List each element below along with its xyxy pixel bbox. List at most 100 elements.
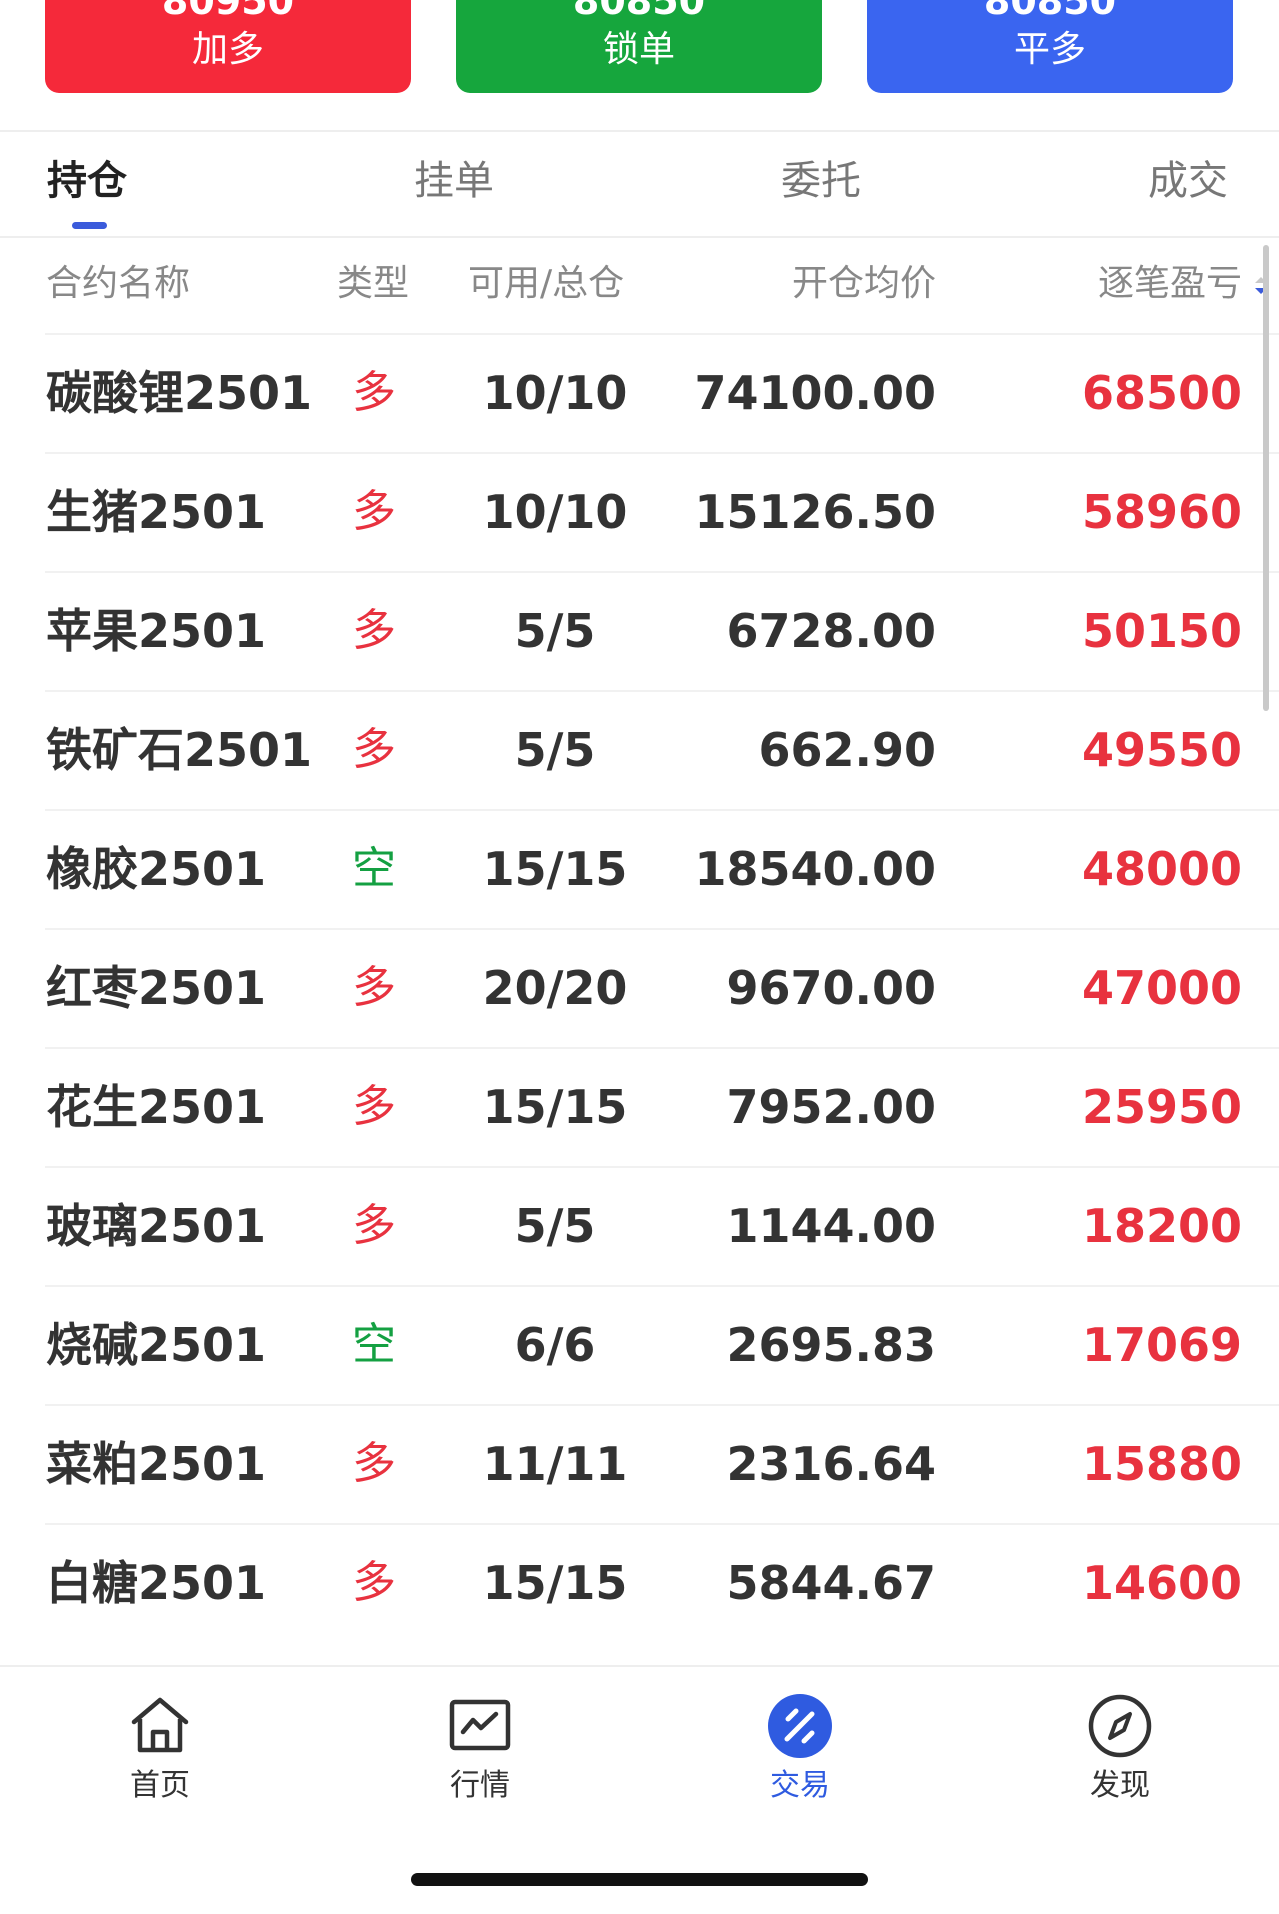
order-tabs: 持仓 挂单 委托 成交 [0,132,1279,236]
nav-market[interactable]: 行情 [380,1667,580,1817]
close-long-label: 平多 [1013,29,1086,70]
position-pnl: 48000 [1081,842,1242,896]
available-total: 20/20 [482,961,628,1015]
available-total: 10/10 [482,366,628,420]
nav-market-label: 行情 [450,1768,510,1803]
available-total: 11/11 [482,1437,628,1491]
table-body: 碳酸锂2501 多 10/10 74100.00 68500 生猪2501 多 10/10 15… [0,333,1279,1642]
tab-positions[interactable]: 持仓 [47,158,127,204]
tab-deals[interactable]: 成交 [1148,158,1228,204]
quick-actions: 80950 加多 80850 锁单 80850 平多 [0,0,1279,130]
open-avg-price: 7952.00 [726,1080,936,1134]
nav-trade-label: 交易 [770,1768,830,1803]
position-type: 多 [352,367,396,418]
nav-home[interactable]: 首页 [60,1667,260,1817]
nav-discover-label: 发现 [1090,1768,1150,1803]
contract-name: 生猪2501 [46,485,267,539]
add-long-price: 80950 [161,0,295,23]
available-total: 10/10 [482,485,628,539]
positions-table: 合约名称 类型 可用/总仓 开仓均价 逐笔盈亏 碳酸锂2501 多 10/10 741… [0,238,1279,1642]
available-total: 6/6 [514,1318,596,1372]
table-row[interactable]: 铁矿石2501 多 5/5 662.90 49550 [0,690,1279,809]
nav-discover[interactable]: 发现 [1020,1667,1220,1817]
position-type: 多 [352,1081,396,1132]
position-pnl: 58960 [1081,485,1242,539]
open-avg-price: 9670.00 [726,961,936,1015]
position-pnl: 50150 [1081,604,1242,658]
contract-name: 白糖2501 [46,1556,267,1610]
available-total: 5/5 [514,604,596,658]
trade-icon [768,1694,832,1758]
home-icon [131,1697,189,1753]
position-pnl: 18200 [1081,1199,1242,1253]
open-avg-price: 5844.67 [726,1556,936,1610]
lock-order-label: 锁单 [602,29,675,70]
table-row[interactable]: 苹果2501 多 5/5 6728.00 50150 [0,571,1279,690]
table-row[interactable]: 碳酸锂2501 多 10/10 74100.00 68500 [0,333,1279,452]
compass-icon [1088,1694,1152,1758]
position-pnl: 49550 [1081,723,1242,777]
table-row[interactable]: 烧碱2501 空 6/6 2695.83 17069 [0,1285,1279,1404]
position-pnl: 17069 [1081,1318,1242,1372]
table-header: 合约名称 类型 可用/总仓 开仓均价 逐笔盈亏 [0,238,1279,333]
lock-order-button[interactable]: 80850 锁单 [456,0,822,93]
open-avg-price: 18540.00 [694,842,936,896]
table-row[interactable]: 红枣2501 多 20/20 9670.00 47000 [0,928,1279,1047]
header-contract-name: 合约名称 [46,263,191,304]
open-avg-price: 74100.00 [694,366,936,420]
add-long-label: 加多 [191,29,264,70]
contract-name: 花生2501 [46,1080,267,1134]
open-avg-price: 2316.64 [726,1437,936,1491]
home-indicator-bar [411,1873,868,1886]
available-total: 5/5 [514,1199,596,1253]
contract-name: 菜粕2501 [46,1437,267,1491]
header-type: 类型 [337,263,410,304]
position-pnl: 25950 [1081,1080,1242,1134]
contract-name: 铁矿石2501 [46,723,313,777]
lock-order-price: 80850 [572,0,706,23]
position-type: 空 [352,1319,396,1370]
active-tab-indicator [72,222,107,229]
contract-name: 碳酸锂2501 [46,366,313,420]
nav-trade[interactable]: 交易 [700,1667,900,1817]
position-type: 多 [352,1438,396,1489]
table-row[interactable]: 生猪2501 多 10/10 15126.50 58960 [0,452,1279,571]
add-long-button[interactable]: 80950 加多 [45,0,411,93]
available-total: 15/15 [482,1556,628,1610]
contract-name: 苹果2501 [46,604,267,658]
contract-name: 玻璃2501 [46,1199,267,1253]
header-open-avg-price[interactable]: 开仓均价 [792,262,936,306]
close-long-button[interactable]: 80850 平多 [867,0,1233,93]
tab-pending-orders[interactable]: 挂单 [414,158,494,204]
position-type: 空 [352,843,396,894]
open-avg-price: 6728.00 [726,604,936,658]
table-row[interactable]: 花生2501 多 15/15 7952.00 25950 [0,1047,1279,1166]
position-type: 多 [352,605,396,656]
open-avg-price: 662.90 [758,723,936,777]
header-available-total: 可用/总仓 [468,263,625,304]
tab-entrusted[interactable]: 委托 [781,158,861,204]
chart-icon [449,1699,511,1751]
position-type: 多 [352,724,396,775]
header-pnl[interactable]: 逐笔盈亏 [1098,262,1242,306]
position-pnl: 47000 [1081,961,1242,1015]
position-pnl: 14600 [1081,1556,1242,1610]
contract-name: 红枣2501 [46,961,267,1015]
open-avg-price: 2695.83 [726,1318,936,1372]
open-avg-price: 1144.00 [726,1199,936,1253]
position-type: 多 [352,962,396,1013]
position-pnl: 15880 [1081,1437,1242,1491]
open-avg-price: 15126.50 [694,485,936,539]
table-row[interactable]: 玻璃2501 多 5/5 1144.00 18200 [0,1166,1279,1285]
scrollbar[interactable] [1263,245,1269,711]
available-total: 15/15 [482,842,628,896]
contract-name: 橡胶2501 [46,842,267,896]
available-total: 15/15 [482,1080,628,1134]
position-type: 多 [352,1557,396,1608]
close-long-price: 80850 [983,0,1117,23]
table-row[interactable]: 橡胶2501 空 15/15 18540.00 48000 [0,809,1279,928]
contract-name: 烧碱2501 [46,1318,267,1372]
position-type: 多 [352,486,396,537]
table-row[interactable]: 菜粕2501 多 11/11 2316.64 15880 [0,1404,1279,1523]
table-row[interactable]: 白糖2501 多 15/15 5844.67 14600 [0,1523,1279,1642]
